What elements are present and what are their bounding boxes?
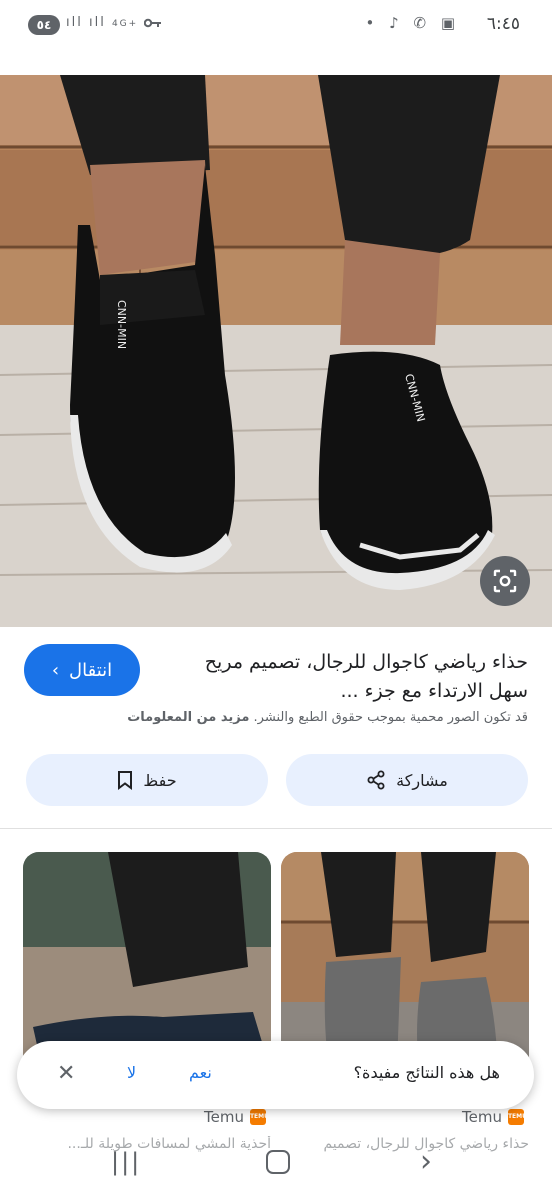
section-divider [0,828,552,829]
copyright-notice: قد تكون الصور محمية بموجب حقوق الطبع وال… [18,710,528,725]
key-icon [144,18,162,27]
feedback-yes-button[interactable]: نعم [189,1063,212,1082]
visit-label: انتقال [69,659,113,681]
whatsapp-icon: ✆ [413,14,432,32]
chevron-left-icon: ‹ [51,659,60,681]
temu-logo-icon: TEMU [507,1109,527,1125]
notification-icons: • ♪ ✆ ▣ [365,14,460,32]
recents-icon[interactable]: ||| [111,1148,141,1176]
share-button[interactable]: مشاركة [286,754,528,806]
share-label: مشاركة [396,770,448,790]
source-label[interactable]: Temu TEMU [462,1108,527,1126]
camera-lens-icon [493,569,517,593]
tiktok-icon: ♪ [389,14,404,32]
home-icon[interactable] [266,1150,290,1174]
feedback-no-button[interactable]: لا [127,1063,136,1082]
more-info-link[interactable]: مزيد من المعلومات [127,710,249,725]
source-name: Temu [204,1108,244,1126]
screenshot-icon: ▣ [440,14,460,32]
signal-icon: ıll ıll 4G+ [66,15,162,30]
network-type: 4G+ [111,19,139,29]
feedback-prompt: ✕ لا نعم هل هذه النتائج مفيدة؟ [17,1041,534,1109]
temu-logo-icon: TEMU [249,1109,269,1125]
status-time: ٦:٤٥ [486,14,520,34]
save-label: حفظ [143,770,177,790]
back-icon[interactable]: › [420,1144,432,1179]
copyright-text: قد تكون الصور محمية بموجب حقوق الطبع وال… [253,710,528,725]
svg-text:CNN-MIN: CNN-MIN [115,300,128,349]
source-label[interactable]: Temu TEMU [204,1108,269,1126]
save-button[interactable]: حفظ [26,754,268,806]
lens-search-button[interactable] [480,556,530,606]
close-icon[interactable]: ✕ [57,1061,75,1087]
visit-button[interactable]: ‹ انتقال [24,644,140,696]
system-nav-bar: ||| › [0,1140,552,1196]
status-bar: ٥٤ ıll ıll 4G+ • ♪ ✆ ▣ ٦:٤٥ [0,0,552,52]
battery-icon: ٥٤ [28,15,60,35]
result-details: ‹ انتقال حذاء رياضي كاجوال للرجال، تصميم… [0,628,552,828]
feedback-question: هل هذه النتائج مفيدة؟ [353,1063,500,1082]
product-title[interactable]: حذاء رياضي كاجوال للرجال، تصميم مريح سهل… [168,648,528,706]
source-name: Temu [462,1108,502,1126]
bookmark-icon [118,771,133,790]
product-image[interactable]: CNN-MIN CNN-MIN [0,75,552,627]
share-icon [367,770,385,790]
